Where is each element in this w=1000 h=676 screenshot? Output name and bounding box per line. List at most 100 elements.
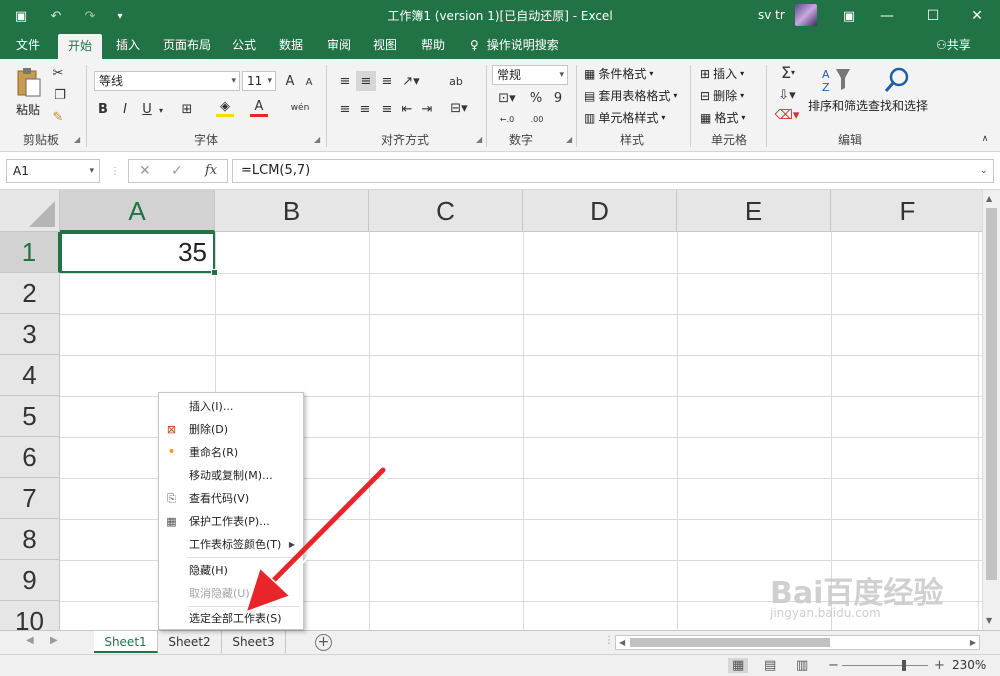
tab-help[interactable]: 帮助 <box>414 32 452 59</box>
row-header-8[interactable]: 8 <box>0 519 60 560</box>
cell-styles-button[interactable]: ▥ 单元格样式 ▾ <box>584 109 665 126</box>
page-break-view-icon[interactable]: ▥ <box>796 658 808 673</box>
column-header-f[interactable]: F <box>831 190 982 232</box>
font-color-icon[interactable]: A <box>250 99 268 117</box>
formula-input[interactable]: =LCM(5,7) ⌄ <box>232 159 994 183</box>
phonetic-icon[interactable]: wén <box>290 99 310 117</box>
menu-item-delete[interactable]: ⊠ 删除(D) <box>159 418 303 441</box>
column-header-d[interactable]: D <box>523 190 677 232</box>
row-header-3[interactable]: 3 <box>0 314 60 355</box>
zoom-out-icon[interactable]: − <box>828 658 839 673</box>
comma-style-icon[interactable]: 9 <box>550 89 566 107</box>
autosum-icon[interactable]: Σ ▾ <box>774 63 802 82</box>
clear-icon[interactable]: ⌫▾ <box>774 107 800 123</box>
shrink-font-icon[interactable]: A <box>302 75 316 89</box>
align-top-icon[interactable]: ≡ <box>336 73 354 89</box>
percent-icon[interactable]: % <box>528 89 544 107</box>
menu-item-rename[interactable]: • 重命名(R) <box>159 441 303 464</box>
sheet-tab-sheet3[interactable]: Sheet3 <box>222 631 286 653</box>
decrease-indent-icon[interactable]: ⇤ <box>398 101 416 117</box>
avatar[interactable] <box>795 4 817 26</box>
column-header-c[interactable]: C <box>369 190 523 232</box>
menu-item-hide[interactable]: 隐藏(H) <box>159 559 303 582</box>
scroll-left-icon[interactable]: ◀ <box>619 636 625 649</box>
minimize-button[interactable]: — <box>864 0 910 32</box>
close-button[interactable]: ✕ <box>954 0 1000 32</box>
scrollbar-thumb[interactable] <box>986 208 997 580</box>
column-header-e[interactable]: E <box>677 190 831 232</box>
vertical-scrollbar[interactable]: ▲ ▼ <box>982 190 1000 630</box>
row-header-1[interactable]: 1 <box>0 232 60 273</box>
user-name[interactable]: sv tr <box>758 8 785 22</box>
customize-qat-icon[interactable]: ▾ <box>112 6 128 26</box>
sheet-tab-sheet2[interactable]: Sheet2 <box>158 631 222 653</box>
scroll-right-icon[interactable]: ▶ <box>970 636 976 649</box>
cell-a1[interactable]: 35 <box>60 232 215 273</box>
row-header-9[interactable]: 9 <box>0 560 60 601</box>
dialog-launcher-icon[interactable]: ◢ <box>74 135 80 144</box>
scrollbar-thumb[interactable] <box>630 638 830 647</box>
scroll-up-icon[interactable]: ▲ <box>986 194 992 203</box>
name-box[interactable]: A1 ▾ <box>6 159 100 183</box>
zoom-slider-track[interactable] <box>842 665 928 666</box>
align-middle-icon[interactable]: ≡ <box>356 71 376 91</box>
font-size-combo[interactable]: 11 ▾ <box>242 71 276 91</box>
insert-cells-button[interactable]: ⊞ 插入 ▾ <box>700 65 744 82</box>
grow-font-icon[interactable]: A <box>282 73 298 89</box>
tab-page-layout[interactable]: 页面布局 <box>158 32 216 59</box>
number-format-combo[interactable]: 常规 ▾ <box>492 65 568 85</box>
zoom-level[interactable]: 230% <box>952 658 986 672</box>
wrap-text-icon[interactable]: ab <box>446 71 466 91</box>
page-layout-view-icon[interactable]: ▤ <box>764 658 776 673</box>
sort-filter-button[interactable]: 排序和筛选 <box>808 97 868 114</box>
maximize-button[interactable]: ☐ <box>910 0 956 32</box>
align-bottom-icon[interactable]: ≡ <box>378 73 396 89</box>
paste-button[interactable]: 粘贴 <box>16 101 40 118</box>
format-cells-button[interactable]: ▦ 格式 ▾ <box>700 109 745 126</box>
insert-function-icon[interactable]: fx <box>205 163 217 178</box>
redo-icon[interactable]: ↷ <box>78 6 102 26</box>
tab-view[interactable]: 视图 <box>366 32 404 59</box>
align-center-icon[interactable]: ≡ <box>356 101 374 117</box>
dialog-launcher-icon[interactable]: ◢ <box>314 135 320 144</box>
menu-item-view-code[interactable]: ⎘ 查看代码(V) <box>159 487 303 510</box>
share-button[interactable]: ⚇共享 <box>936 32 971 59</box>
increase-indent-icon[interactable]: ⇥ <box>418 101 436 117</box>
cut-icon[interactable]: ✂ <box>50 65 66 81</box>
align-left-icon[interactable]: ≡ <box>336 101 354 117</box>
tell-me-search[interactable]: ♀ 操作说明搜索 <box>470 32 559 59</box>
zoom-slider-thumb[interactable] <box>902 660 906 671</box>
undo-icon[interactable]: ↶ <box>44 6 68 26</box>
menu-item-move-copy[interactable]: 移动或复制(M)... <box>159 464 303 487</box>
find-select-button[interactable]: 查找和选择 <box>868 97 928 114</box>
normal-view-icon[interactable]: ▦ <box>728 658 749 673</box>
tab-home[interactable]: 开始 <box>58 34 102 59</box>
collapse-ribbon-icon[interactable]: ∧ <box>978 133 992 145</box>
accounting-icon[interactable]: ⊡▾ <box>494 89 520 107</box>
format-painter-icon[interactable]: ✎ <box>50 109 66 125</box>
copy-icon[interactable]: ❐ <box>50 87 70 103</box>
zoom-in-icon[interactable]: + <box>934 658 945 673</box>
menu-item-insert[interactable]: 插入(I)... <box>159 395 303 418</box>
conditional-format-button[interactable]: ▦ 条件格式 ▾ <box>584 65 653 82</box>
format-as-table-button[interactable]: ▤ 套用表格格式 ▾ <box>584 87 677 104</box>
column-header-b[interactable]: B <box>215 190 369 232</box>
menu-item-protect-sheet[interactable]: ▦ 保护工作表(P)... <box>159 510 303 533</box>
tab-review[interactable]: 审阅 <box>320 32 358 59</box>
row-header-5[interactable]: 5 <box>0 396 60 437</box>
scroll-down-icon[interactable]: ▼ <box>986 616 992 625</box>
fill-color-icon[interactable]: ◈ <box>216 99 234 117</box>
find-icon[interactable] <box>882 65 912 95</box>
chevron-down-icon[interactable]: ▾ <box>156 103 166 117</box>
cancel-icon[interactable]: ✕ <box>139 163 151 179</box>
decrease-decimal-icon[interactable]: .00 <box>524 111 550 127</box>
menu-item-tab-color[interactable]: 工作表标签颜色(T) ▶ <box>159 533 303 556</box>
menu-item-select-all-sheets[interactable]: 选定全部工作表(S) <box>159 607 303 630</box>
delete-cells-button[interactable]: ⊟ 删除 ▾ <box>700 87 744 104</box>
save-icon[interactable]: ▣ <box>10 6 32 26</box>
worksheet-grid[interactable]: A B C D E F 1 2 3 4 5 6 7 8 9 10 35 <box>0 190 982 630</box>
fill-icon[interactable]: ⇩▾ <box>774 87 800 103</box>
tab-formulas[interactable]: 公式 <box>226 32 262 59</box>
increase-decimal-icon[interactable]: ←.0 <box>494 111 520 127</box>
tab-insert[interactable]: 插入 <box>108 32 148 59</box>
